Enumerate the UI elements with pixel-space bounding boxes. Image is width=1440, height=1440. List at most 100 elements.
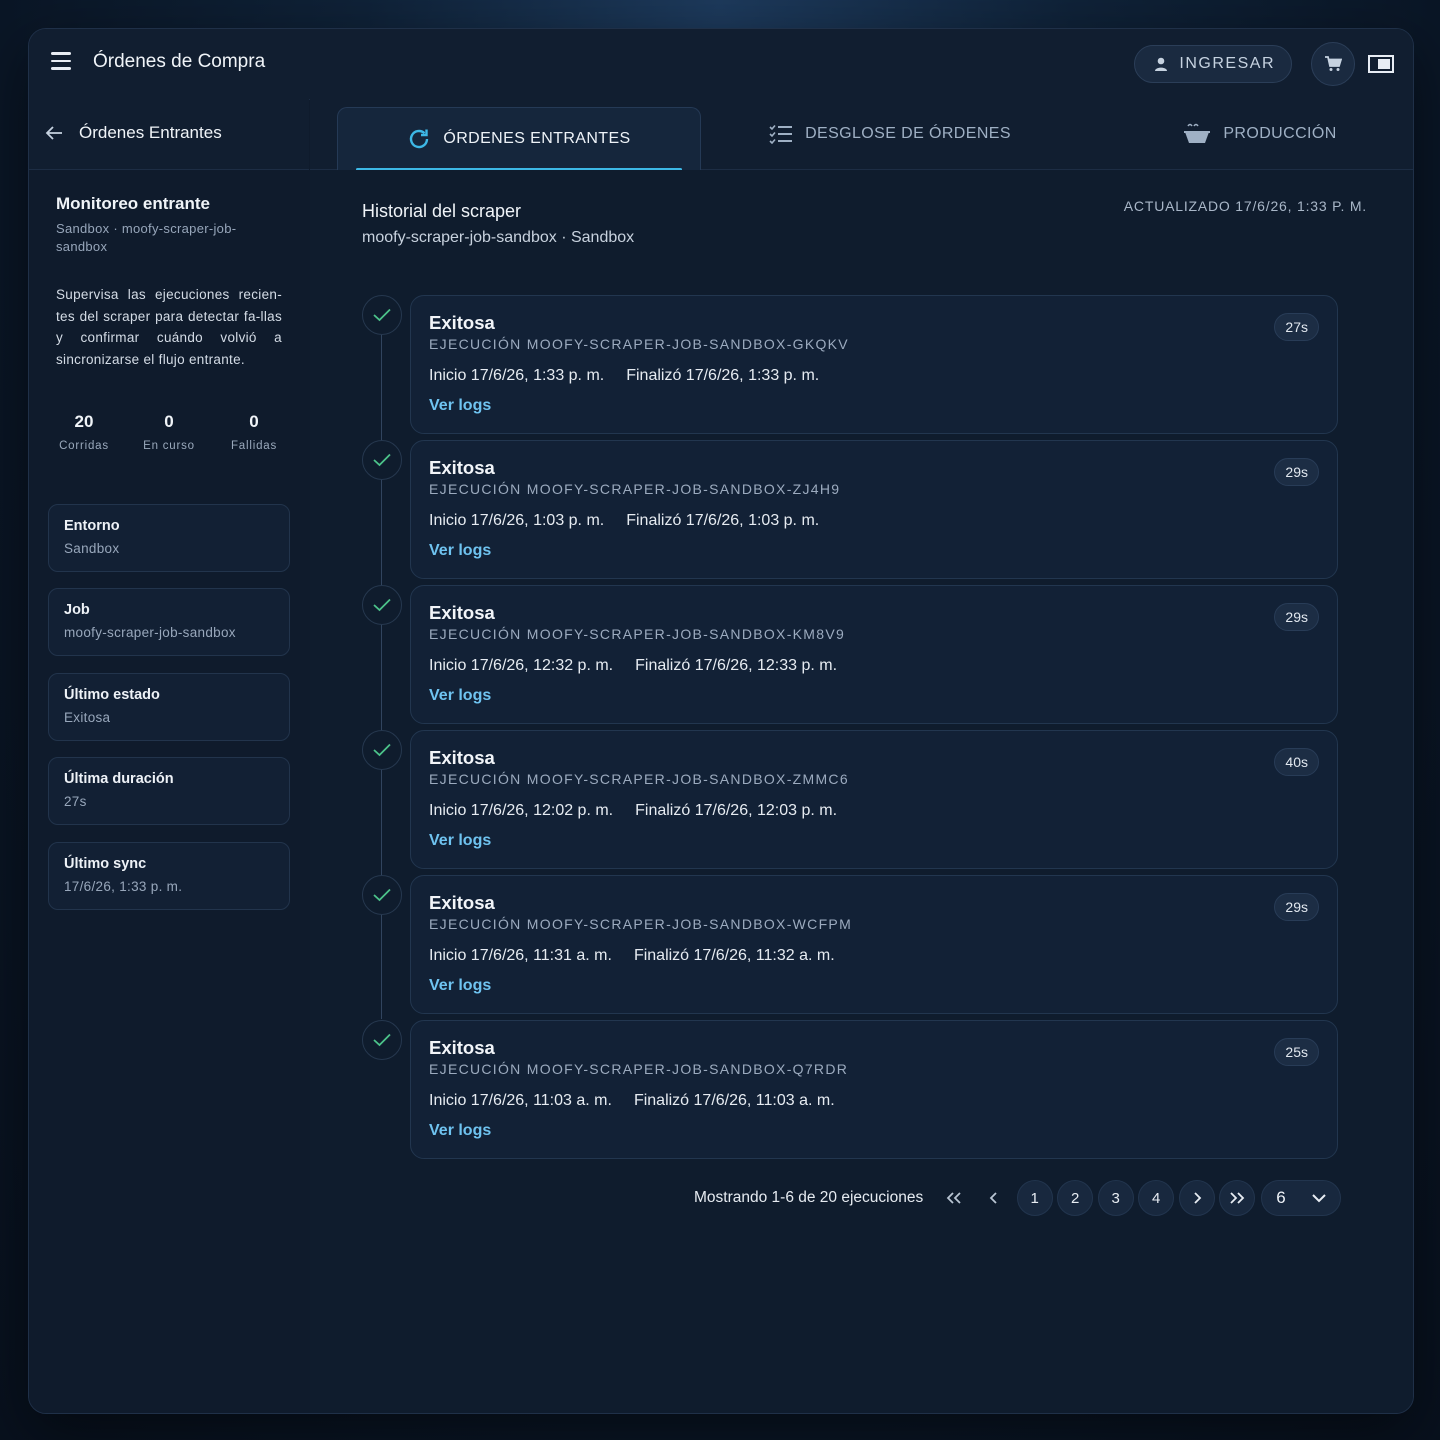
stat-fallidas: 0 Fallidas xyxy=(219,412,289,452)
check-icon xyxy=(373,888,391,902)
timeline-dot xyxy=(362,440,402,480)
stat-label: En curso xyxy=(143,440,195,452)
info-label: Entorno xyxy=(64,518,120,534)
first-page-button[interactable] xyxy=(936,1180,972,1216)
duration-badge: 29s xyxy=(1274,603,1319,631)
stat-label: Fallidas xyxy=(230,440,278,452)
check-icon xyxy=(373,453,391,467)
duration-badge: 29s xyxy=(1274,458,1319,486)
run-start: Inicio 17/6/26, 11:31 a. m. xyxy=(429,947,612,964)
page-button-3[interactable]: 3 xyxy=(1097,1180,1134,1216)
run-times: Inicio 17/6/26, 12:02 p. m. Finalizó 17/6… xyxy=(429,802,859,820)
pagination: Mostrando 1-6 de 20 ejecuciones 1 2 3 4 … xyxy=(694,1180,1342,1216)
stat-label: Corridas xyxy=(59,440,109,452)
timeline-dot xyxy=(362,295,402,335)
view-logs-link[interactable]: Ver logs xyxy=(429,687,491,705)
duration-badge: 27s xyxy=(1274,313,1319,341)
view-logs-link[interactable]: Ver logs xyxy=(429,397,491,415)
run-start: Inicio 17/6/26, 1:03 p. m. xyxy=(429,512,605,529)
page-button-1[interactable]: 1 xyxy=(1016,1180,1053,1216)
run-times: Inicio 17/6/26, 1:03 p. m. Finalizó 17/6/… xyxy=(429,512,841,530)
tab-ordenes-entrantes[interactable]: ÓRDENES ENTRANTES xyxy=(337,107,701,171)
run-end: Finalizó 17/6/26, 1:33 p. m. xyxy=(626,367,820,384)
duration-badge: 40s xyxy=(1274,748,1319,776)
stat-en-curso: 0 En curso xyxy=(134,412,204,452)
run-times: Inicio 17/6/26, 11:03 a. m. Finalizó 17/6… xyxy=(429,1092,857,1110)
view-logs-link[interactable]: Ver logs xyxy=(429,542,491,560)
screen-toggle-icon[interactable] xyxy=(1368,55,1394,73)
run-id: EJECUCIÓN MOOFY-SCRAPER-JOB-SANDBOX-KM8V… xyxy=(429,626,846,642)
page-button-4[interactable]: 4 xyxy=(1138,1180,1175,1216)
run-status: Exitosa xyxy=(429,1037,495,1058)
run-card: Exitosa EJECUCIÓN MOOFY-SCRAPER-JOB-SAND… xyxy=(410,295,1338,434)
app-window: Órdenes de Compra INGRESAR Órdenes Entra xyxy=(28,28,1414,1414)
stat-value: 20 xyxy=(74,412,94,431)
view-logs-link[interactable]: Ver logs xyxy=(429,1122,491,1140)
history-title: Historial del scraper xyxy=(362,201,522,221)
user-icon xyxy=(1155,57,1168,71)
info-value: Sandbox xyxy=(64,541,120,556)
chevron-right-icon xyxy=(1194,1192,1201,1204)
info-value: moofy-scraper-job-sandbox xyxy=(64,625,236,640)
run-start: Inicio 17/6/26, 1:33 p. m. xyxy=(429,367,605,384)
run-status: Exitosa xyxy=(429,747,495,768)
food-tray-icon xyxy=(1184,123,1211,143)
page-size-select[interactable]: 6 xyxy=(1261,1180,1342,1216)
checklist-icon xyxy=(769,124,793,144)
duration-badge: 25s xyxy=(1274,1038,1319,1066)
duration-badge: 29s xyxy=(1274,893,1319,921)
tab-desglose-de-ordenes[interactable]: DESGLOSE DE ÓRDENES xyxy=(710,99,1070,169)
info-card-ultima-duracion: Última duración 27s xyxy=(48,757,290,825)
monitor-title: Monitoreo entrante xyxy=(56,194,210,213)
history-subtitle: moofy-scraper-job-sandbox · Sandbox xyxy=(362,229,635,246)
run-start: Inicio 17/6/26, 11:03 a. m. xyxy=(429,1092,612,1109)
page-size-value: 6 xyxy=(1276,1188,1286,1207)
tab-label: DESGLOSE DE ÓRDENES xyxy=(805,125,1011,142)
stat-value: 0 xyxy=(249,412,259,431)
chevron-left-icon xyxy=(989,1192,997,1204)
chevron-down-icon xyxy=(1312,1193,1326,1202)
check-icon xyxy=(373,1033,391,1047)
run-id: EJECUCIÓN MOOFY-SCRAPER-JOB-SANDBOX-ZJ4H… xyxy=(429,481,841,497)
run-times: Inicio 17/6/26, 12:32 p. m. Finalizó 17/6… xyxy=(429,657,859,675)
refresh-icon xyxy=(410,129,429,149)
timeline-dot xyxy=(362,875,402,915)
timeline-dot xyxy=(362,730,402,770)
login-label: INGRESAR xyxy=(1179,55,1275,72)
hamburger-menu-icon[interactable] xyxy=(51,52,71,70)
sidebar-header: Órdenes Entrantes xyxy=(29,99,309,170)
run-end: Finalizó 17/6/26, 12:33 p. m. xyxy=(635,657,838,674)
page-button-2[interactable]: 2 xyxy=(1057,1180,1094,1216)
sidebar-header-title: Órdenes Entrantes xyxy=(79,123,222,142)
cart-icon xyxy=(1325,56,1342,71)
view-logs-link[interactable]: Ver logs xyxy=(429,832,491,850)
run-end: Finalizó 17/6/26, 1:03 p. m. xyxy=(626,512,820,529)
info-value: Exitosa xyxy=(64,710,111,725)
check-icon xyxy=(373,598,391,612)
view-logs-link[interactable]: Ver logs xyxy=(429,977,491,995)
double-chevron-right-icon xyxy=(1230,1192,1245,1204)
run-id: EJECUCIÓN MOOFY-SCRAPER-JOB-SANDBOX-Q7RD… xyxy=(429,1061,849,1077)
run-card: Exitosa EJECUCIÓN MOOFY-SCRAPER-JOB-SAND… xyxy=(410,875,1338,1014)
run-status: Exitosa xyxy=(429,312,495,333)
run-times: Inicio 17/6/26, 11:31 a. m. Finalizó 17/6… xyxy=(429,947,857,965)
back-arrow-icon[interactable] xyxy=(45,125,63,141)
updated-timestamp: ACTUALIZADO 17/6/26, 1:33 P. M. xyxy=(1123,198,1367,214)
next-page-button[interactable] xyxy=(1178,1180,1215,1216)
info-card-job: Job moofy-scraper-job-sandbox xyxy=(48,588,290,656)
prev-page-button[interactable] xyxy=(976,1180,1012,1216)
monitor-subtitle: Sandbox · moofy-scraper-job-sandbox xyxy=(56,221,237,254)
tab-produccion[interactable]: PRODUCCIÓN xyxy=(1080,99,1413,169)
info-value: 17/6/26, 1:33 p. m. xyxy=(64,879,183,894)
check-icon xyxy=(373,308,391,322)
login-button[interactable]: INGRESAR xyxy=(1134,45,1292,83)
info-card-ultimo-estado: Último estado Exitosa xyxy=(48,673,290,741)
run-times: Inicio 17/6/26, 1:33 p. m. Finalizó 17/6/… xyxy=(429,367,841,385)
run-end: Finalizó 17/6/26, 12:03 p. m. xyxy=(635,802,838,819)
run-start: Inicio 17/6/26, 12:32 p. m. xyxy=(429,657,614,674)
tab-label: PRODUCCIÓN xyxy=(1223,125,1337,142)
info-label: Último sync xyxy=(64,856,147,872)
cart-button[interactable] xyxy=(1311,42,1355,86)
pagination-summary: Mostrando 1-6 de 20 ejecuciones xyxy=(694,1189,924,1206)
last-page-button[interactable] xyxy=(1219,1180,1256,1216)
